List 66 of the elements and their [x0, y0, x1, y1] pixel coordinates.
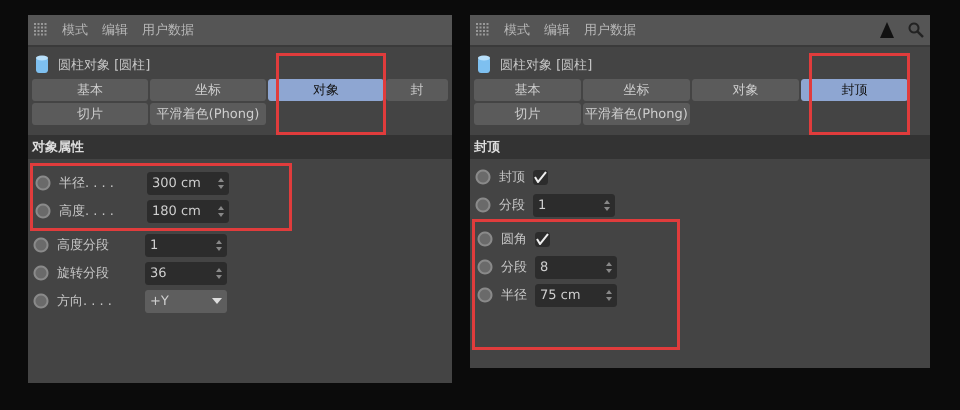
checkbox[interactable] [533, 170, 548, 184]
field-label: 封顶 [499, 169, 525, 186]
field-label: 分段 [501, 259, 527, 276]
number-field[interactable]: 1 [145, 234, 227, 256]
keyframe-circle-icon[interactable] [35, 175, 51, 191]
number-field[interactable]: 8 [535, 256, 617, 278]
menu-item[interactable]: 模式 [62, 21, 88, 39]
keyframe-circle-icon[interactable] [33, 293, 49, 309]
menu-item[interactable]: 用户数据 [584, 21, 636, 39]
tab[interactable]: 切片 [32, 103, 148, 125]
keyframe-circle-icon[interactable] [33, 237, 49, 253]
field-label: 旋转分段 [57, 265, 110, 282]
menu-item[interactable]: 编辑 [544, 21, 570, 39]
cylinder-icon [478, 55, 490, 75]
keyframe-circle-icon[interactable] [475, 169, 491, 185]
object-title: 圆柱对象 [圆柱] [500, 57, 592, 74]
tab[interactable]: 切片 [474, 103, 581, 125]
number-field[interactable]: 1 [533, 194, 615, 216]
tab[interactable]: 基本 [474, 79, 581, 101]
keyframe-circle-icon[interactable] [35, 203, 51, 219]
field-label: 半径 [501, 287, 527, 304]
spinner-icon[interactable] [606, 262, 612, 272]
spinner-icon[interactable] [604, 200, 610, 210]
menu-item[interactable]: 用户数据 [142, 21, 194, 39]
keyframe-circle-icon[interactable] [477, 231, 493, 247]
checkbox[interactable] [535, 232, 550, 246]
menu-item[interactable]: 编辑 [102, 21, 128, 39]
field-label: 方向. . . . [57, 293, 113, 310]
tab[interactable]: 平滑着色(Phong) [150, 103, 266, 125]
number-field[interactable]: 180 cm [147, 200, 229, 222]
tab[interactable]: 坐标 [583, 79, 690, 101]
spinner-icon[interactable] [216, 268, 222, 278]
keyframe-circle-icon[interactable] [33, 265, 49, 281]
number-field[interactable]: 75 cm [535, 284, 617, 306]
tab[interactable]: 坐标 [150, 79, 266, 101]
search-icon[interactable] [908, 22, 924, 38]
grip-icon [476, 23, 490, 37]
cylinder-icon [36, 55, 48, 75]
caret-icon [212, 298, 222, 304]
section-header: 封顶 [470, 135, 930, 159]
number-field[interactable]: 300 cm [147, 172, 229, 194]
field-label: 高度分段 [57, 237, 110, 254]
spinner-icon[interactable] [216, 240, 222, 250]
tab[interactable]: 封 [386, 79, 448, 101]
section-header: 对象属性 [28, 135, 452, 159]
object-title: 圆柱对象 [圆柱] [58, 57, 150, 74]
arrow-icon[interactable] [880, 22, 894, 38]
keyframe-circle-icon[interactable] [477, 259, 493, 275]
tab[interactable]: 对象 [268, 79, 384, 101]
tab[interactable]: 基本 [32, 79, 148, 101]
dropdown[interactable]: +Y [145, 290, 227, 312]
keyframe-circle-icon[interactable] [477, 287, 493, 303]
tab[interactable]: 对象 [692, 79, 799, 101]
field-label: 圆角 [501, 231, 527, 248]
field-label: 分段 [499, 197, 525, 214]
tab[interactable]: 平滑着色(Phong) [583, 103, 690, 125]
menu-item[interactable]: 模式 [504, 21, 530, 39]
grip-icon [34, 23, 48, 37]
keyframe-circle-icon[interactable] [475, 197, 491, 213]
spinner-icon[interactable] [218, 178, 224, 188]
field-label: 高度. . . . [59, 203, 115, 220]
spinner-icon[interactable] [606, 290, 612, 300]
tab[interactable]: 封顶 [801, 79, 908, 101]
field-label: 半径. . . . [59, 175, 115, 192]
number-field[interactable]: 36 [145, 262, 227, 284]
spinner-icon[interactable] [218, 206, 224, 216]
